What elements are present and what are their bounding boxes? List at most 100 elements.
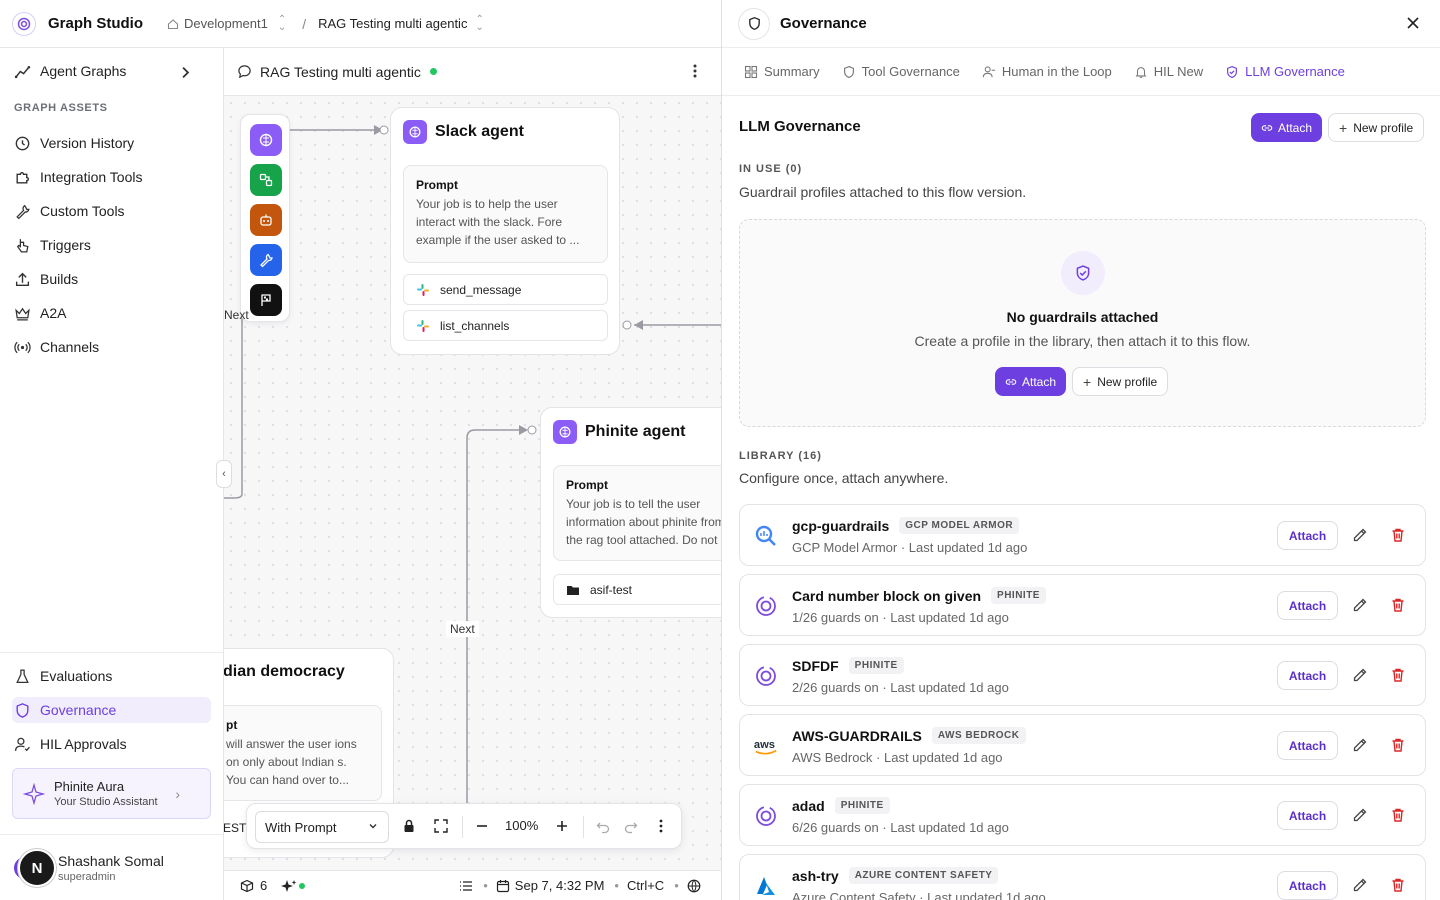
undo-icon[interactable]	[595, 818, 611, 834]
phinite-icon	[753, 663, 779, 689]
fit-view-icon[interactable]	[433, 818, 449, 834]
graph-canvas[interactable]: Next Slack agent Prompt Your job is to h…	[224, 96, 721, 870]
tool-row[interactable]: asif-test	[553, 574, 721, 605]
attach-button[interactable]: Attach	[1277, 591, 1338, 620]
prompt-box[interactable]: Prompt Your job is to help the user inte…	[403, 165, 608, 263]
trash-icon[interactable]	[1390, 597, 1406, 613]
flow-switcher[interactable]: RAG Testing multi agentic ⌃ ⌄	[318, 14, 484, 32]
sidebar-item-agent-graphs[interactable]: Agent Graphs	[12, 58, 211, 84]
brain-icon	[259, 133, 273, 147]
attach-button[interactable]: Attach	[1251, 113, 1323, 142]
pencil-icon[interactable]	[1352, 527, 1368, 543]
workspace-switcher[interactable]: Development1 ⌃ ⌄	[167, 14, 286, 32]
bell-icon	[1135, 66, 1147, 78]
sidebar-item-label: HIL Approvals	[40, 736, 127, 752]
pencil-icon[interactable]	[1352, 877, 1368, 893]
attach-button[interactable]: Attach	[1277, 871, 1338, 900]
attach-button[interactable]: Attach	[1277, 521, 1338, 550]
close-icon[interactable]	[1406, 16, 1420, 30]
card-name: ash-try	[792, 867, 839, 884]
more-vertical-icon[interactable]	[653, 818, 669, 834]
prompt-box[interactable]: pt will answer the user ions on only abo…	[224, 705, 382, 801]
zoom-out-icon[interactable]	[474, 818, 490, 834]
brain-node-button[interactable]	[250, 124, 282, 156]
library-card[interactable]: ash-try AZURE CONTENT SAFETY Azure Conten…	[739, 854, 1426, 900]
integration-node-button[interactable]	[250, 164, 282, 196]
node-title: dian democracy	[224, 663, 345, 680]
sparkles-icon[interactable]	[281, 879, 297, 893]
user-check-icon	[14, 737, 30, 751]
card-name: AWS-GUARDRAILS	[792, 727, 922, 744]
node-title: Slack agent	[435, 123, 524, 140]
sidebar-item-version-history[interactable]: Version History	[12, 130, 211, 156]
tab-hil-new[interactable]: HIL New	[1134, 64, 1203, 79]
attach-button[interactable]: Attach	[1277, 731, 1338, 760]
trash-icon[interactable]	[1390, 737, 1406, 753]
assistant-card[interactable]: Phinite Aura Your Studio Assistant ›	[12, 768, 211, 819]
pencil-icon[interactable]	[1352, 737, 1368, 753]
tab-human-in-the-loop[interactable]: Human in the Loop	[982, 64, 1112, 79]
more-vertical-icon[interactable]	[693, 64, 697, 78]
mode-select[interactable]: With Prompt	[255, 811, 389, 843]
sidebar-item-integration-tools[interactable]: Integration Tools	[12, 164, 211, 190]
pencil-icon[interactable]	[1352, 667, 1368, 683]
trash-icon[interactable]	[1390, 527, 1406, 543]
sidebar-item-custom-tools[interactable]: Custom Tools	[12, 198, 211, 224]
tool-node-button[interactable]	[250, 244, 282, 276]
attach-button[interactable]: Attach	[1277, 661, 1338, 690]
gcp-icon	[753, 523, 779, 549]
zoom-in-icon[interactable]	[554, 818, 570, 834]
sidebar-item-governance[interactable]: Governance	[12, 697, 211, 723]
sidebar-item-builds[interactable]: Builds	[12, 266, 211, 292]
pencil-icon[interactable]	[1352, 597, 1368, 613]
wrench-icon	[16, 204, 30, 219]
tool-row[interactable]: send_message	[403, 274, 608, 305]
list-icon[interactable]	[459, 880, 473, 892]
mode-value: With Prompt	[265, 819, 337, 835]
library-card[interactable]: adad PHINITE 6/26 guards on · Last update…	[739, 784, 1426, 846]
sidebar-item-a2a[interactable]: A2A	[12, 300, 211, 326]
library-card[interactable]: Card number block on given PHINITE 1/26 g…	[739, 574, 1426, 636]
card-name: Card number block on given	[792, 587, 982, 604]
end-node-button[interactable]	[250, 284, 282, 316]
bot-node-button[interactable]	[250, 204, 282, 236]
attach-button[interactable]: Attach	[995, 367, 1067, 396]
library-card[interactable]: aws AWS-GUARDRAILS AWS BEDROCK AWS Bedroc…	[739, 714, 1426, 776]
trash-icon[interactable]	[1390, 667, 1406, 683]
user-profile[interactable]: N Shashank Somal superadmin	[14, 848, 213, 888]
globe-icon[interactable]	[687, 879, 701, 893]
shield-icon	[738, 7, 770, 40]
phinite-agent-node[interactable]: Phinite agent Prompt Your job is to tell…	[540, 407, 721, 618]
slack-agent-node[interactable]: Slack agent Prompt Your job is to help t…	[390, 107, 620, 355]
sidebar-item-hil-approvals[interactable]: HIL Approvals	[12, 731, 211, 757]
tab-tool-governance[interactable]: Tool Governance	[842, 64, 960, 79]
edge-label-next: Next	[446, 621, 479, 637]
avatar[interactable]: N	[18, 849, 56, 887]
attach-button[interactable]: Attach	[1277, 801, 1338, 830]
sidebar-item-triggers[interactable]: Triggers	[12, 232, 211, 258]
node-palette	[240, 114, 290, 322]
prompt-box[interactable]: Prompt Your job is to tell the user info…	[553, 465, 721, 561]
library-card[interactable]: gcp-guardrails GCP MODEL ARMOR GCP Model …	[739, 504, 1426, 566]
tool-row[interactable]: list_channels	[403, 310, 608, 341]
app-logo-icon[interactable]	[12, 11, 36, 36]
card-subtitle: 6/26 guards on · Last updated 1d ago	[792, 820, 1009, 835]
tab-llm-governance[interactable]: LLM Governance	[1225, 64, 1345, 79]
tool-name: EST	[224, 821, 247, 835]
lock-icon[interactable]	[401, 818, 417, 834]
chevron-right-icon	[182, 66, 190, 79]
pencil-icon[interactable]	[1352, 807, 1368, 823]
trash-icon[interactable]	[1390, 807, 1406, 823]
assistant-subtitle: Your Studio Assistant	[54, 796, 158, 808]
sidebar-item-evaluations[interactable]: Evaluations	[12, 663, 211, 689]
tab-summary[interactable]: Summary	[744, 64, 820, 79]
trash-icon[interactable]	[1390, 877, 1406, 893]
new-profile-button[interactable]: + New profile	[1072, 367, 1169, 396]
library-card[interactable]: SDFDF PHINITE 2/26 guards on · Last updat…	[739, 644, 1426, 706]
sidebar-item-channels[interactable]: Channels	[12, 334, 211, 360]
card-subtitle: Azure Content Safety · Last updated 1d a…	[792, 890, 1046, 900]
redo-icon[interactable]	[623, 818, 639, 834]
new-profile-button[interactable]: + New profile	[1328, 113, 1425, 142]
empty-state: No guardrails attached Create a profile …	[739, 219, 1426, 427]
collapse-sidebar-button[interactable]: ‹	[216, 460, 232, 488]
